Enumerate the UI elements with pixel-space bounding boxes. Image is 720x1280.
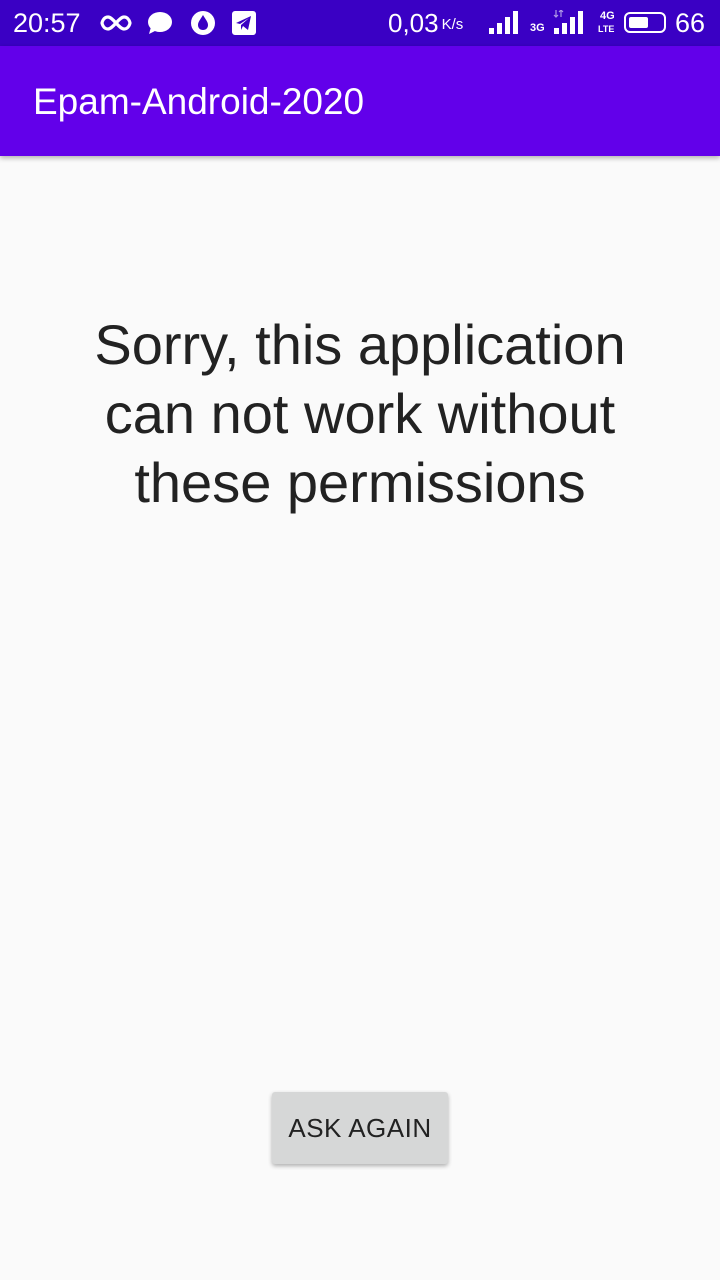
- telegram-icon: [232, 11, 256, 35]
- network-type-4g: 4G: [600, 10, 615, 22]
- network-type-lte: LTE: [598, 24, 615, 34]
- signal-icon-2: [553, 10, 583, 34]
- battery-fill: [629, 17, 649, 28]
- permission-denied-message: Sorry, this application can not work wit…: [94, 313, 626, 514]
- net-speed-unit: K/s: [441, 16, 464, 33]
- ask-again-button[interactable]: ASK AGAIN: [272, 1092, 448, 1164]
- app-bar: Epam-Android-2020: [0, 46, 720, 156]
- net-speed-value: 0,03: [388, 8, 439, 38]
- chat-bubble-icon: [148, 12, 172, 34]
- infinity-icon: [100, 15, 132, 31]
- signal-icon-1: [489, 11, 518, 34]
- status-time: 20:57: [13, 8, 81, 38]
- battery-level: 66: [675, 8, 706, 38]
- network-type-3g: 3G: [530, 22, 545, 34]
- app-title: Epam-Android-2020: [33, 81, 365, 122]
- net-speed: 0,03 K/s: [388, 7, 463, 39]
- status-bar: 20:57 0,03 K/s 3G 4G LTE 66: [0, 0, 720, 46]
- water-drop-icon: [191, 11, 215, 35]
- battery-icon: [624, 12, 666, 33]
